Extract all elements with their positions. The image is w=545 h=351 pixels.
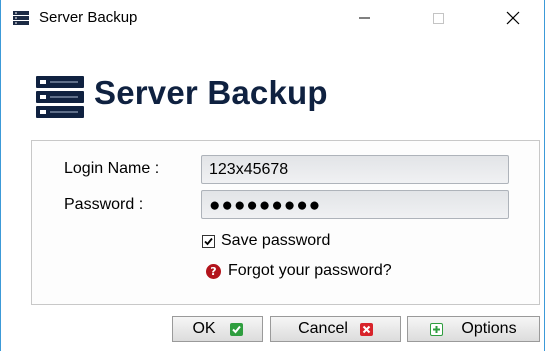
options-button-label: Options <box>461 320 517 337</box>
login-name-label: Login Name : <box>64 160 160 177</box>
forgot-password-label[interactable]: Forgot your password? <box>228 262 392 280</box>
save-password-label: Save password <box>221 232 331 249</box>
checkmark-icon <box>229 322 243 336</box>
close-icon <box>506 11 520 25</box>
password-input[interactable] <box>201 190 509 219</box>
cancel-button[interactable]: Cancel <box>270 316 401 342</box>
title-bar[interactable]: Server Backup <box>1 0 544 36</box>
cancel-button-label: Cancel <box>298 320 348 337</box>
login-name-input[interactable] <box>201 155 509 184</box>
minimize-button[interactable] <box>341 0 387 36</box>
close-x-icon <box>359 322 373 336</box>
maximize-icon <box>433 13 444 24</box>
forgot-password-link[interactable]: ? Forgot your password? <box>206 262 392 280</box>
server-icon <box>13 11 29 25</box>
app-title: Server Backup <box>94 74 328 111</box>
save-password-checkbox[interactable]: Save password <box>202 232 330 250</box>
maximize-button[interactable] <box>415 0 461 36</box>
options-button[interactable]: Options <box>407 316 540 342</box>
plus-icon <box>430 322 444 336</box>
close-button[interactable] <box>490 0 536 36</box>
password-label: Password : <box>64 196 144 213</box>
window-title: Server Backup <box>39 9 138 26</box>
login-dialog: Server Backup Server Backup Login Name:… <box>0 0 545 351</box>
help-icon: ? <box>206 263 221 279</box>
checkbox-checked-icon[interactable] <box>202 234 215 248</box>
ok-button[interactable]: OK <box>172 316 263 342</box>
ok-button-label: OK <box>192 320 216 337</box>
server-stack-icon <box>36 76 84 118</box>
minimize-icon <box>359 17 370 19</box>
